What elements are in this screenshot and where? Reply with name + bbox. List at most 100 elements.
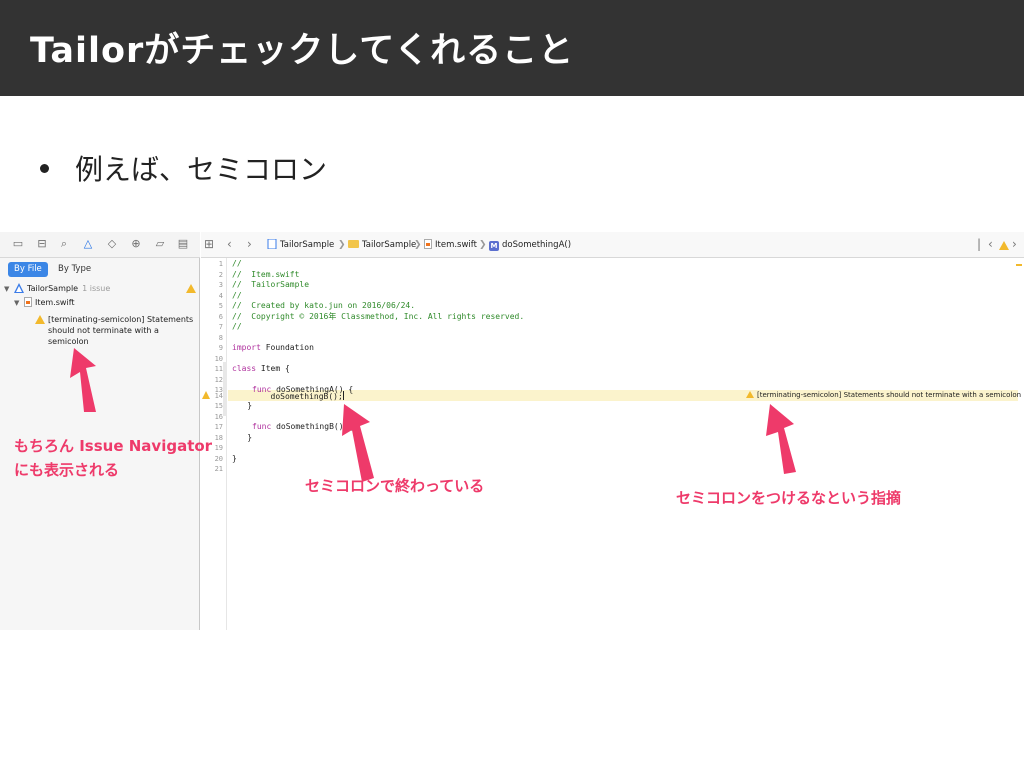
debug-icon[interactable]: ⊕ <box>128 236 144 252</box>
find-icon[interactable]: ⌕ <box>56 236 72 252</box>
line-number: 18 <box>214 433 223 442</box>
line-number: 3 <box>218 281 223 289</box>
line-number: 15 <box>214 402 223 410</box>
disclosure-triangle-icon[interactable]: ▼ <box>14 297 24 309</box>
file-name: Item.swift <box>35 298 75 307</box>
code-line: func doSomethingB() { <box>252 422 353 433</box>
text-cursor <box>342 390 344 400</box>
annotation-warning: セミコロンをつけるなという指摘 <box>676 489 902 507</box>
jumpbar-project[interactable]: TailorSample <box>267 238 334 252</box>
issue-row[interactable]: [terminating-semicolon] Statements shoul… <box>48 314 198 347</box>
chevron-right-icon: ❯ <box>338 240 346 250</box>
code-line: // Created by kato.jun on 2016/06/24. <box>232 301 416 310</box>
method-icon: M <box>489 241 499 251</box>
code-keyword: import <box>232 343 261 352</box>
line-number: 2 <box>218 270 223 279</box>
code-line: // <box>232 259 242 268</box>
xcode-window: ▭ ⊟ ⌕ △ ◇ ⊕ ▱ ▤ By File By Type ▼ TailorS… <box>0 232 1024 630</box>
disclosure-triangle-icon[interactable]: ▼ <box>4 283 14 295</box>
annotation-navigator-line2: にも表示される <box>14 461 120 479</box>
annotation-navigator-line1: もちろん Issue Navigator <box>14 437 213 455</box>
test-icon[interactable]: ◇ <box>104 236 120 252</box>
back-icon[interactable]: ‹ <box>227 237 232 251</box>
source-control-icon[interactable]: ⊟ <box>34 236 50 252</box>
navigator-tabs: By File By Type <box>0 260 200 280</box>
related-items-icon[interactable]: | <box>977 237 981 251</box>
issue-navigator: ▭ ⊟ ⌕ △ ◇ ⊕ ▱ ▤ By File By Type ▼ TailorS… <box>0 232 200 630</box>
report-icon[interactable]: ▤ <box>175 236 191 252</box>
code-line: } <box>228 432 253 442</box>
swift-file-icon <box>24 297 32 307</box>
line-number: 21 <box>214 465 223 473</box>
code-line: } <box>232 453 237 463</box>
file-row[interactable]: ▼ Item.swift <box>14 297 75 309</box>
line-number: 4 <box>218 291 223 300</box>
chevron-right-icon: ❯ <box>414 240 422 250</box>
inline-issue-message[interactable]: [terminating-semicolon] Statements shoul… <box>746 390 1021 401</box>
jumpbar-group[interactable]: TailorSample <box>348 238 416 252</box>
swift-file-icon <box>424 239 432 249</box>
folder-icon <box>348 240 359 248</box>
line-number: 10 <box>214 354 223 363</box>
jumpbar-file[interactable]: Item.swift <box>424 238 477 252</box>
navigator-toolbar: ▭ ⊟ ⌕ △ ◇ ⊕ ▱ ▤ <box>0 232 200 258</box>
code-text: Foundation <box>260 343 314 352</box>
project-name: TailorSample <box>27 284 79 293</box>
jumpbar-method-label: doSomethingA() <box>502 240 572 250</box>
project-row[interactable]: ▼ TailorSample 1 issue <box>4 283 110 295</box>
code-text: Item { <box>256 364 290 373</box>
tab-by-type[interactable]: By Type <box>52 262 97 277</box>
line-number: 7 <box>218 323 223 331</box>
line-number: 19 <box>214 444 223 452</box>
project-warning-icon <box>186 284 196 293</box>
code-line: class Item { <box>232 364 290 375</box>
code-text: doSomethingB(); <box>232 391 343 401</box>
line-number: 8 <box>218 333 223 342</box>
annotation-semicolon: セミコロンで終わっている <box>305 477 485 495</box>
source-editor: ⊞ ‹ › TailorSample ❯ TailorSample ❯ Item… <box>201 232 1024 630</box>
line-number: 20 <box>214 454 223 463</box>
grid-icon[interactable]: ⊞ <box>204 237 214 251</box>
inline-issue-text: [terminating-semicolon] Statements shoul… <box>757 391 1022 399</box>
jumpbar-method[interactable]: MdoSomethingA() <box>489 238 571 252</box>
project-icon <box>267 239 277 249</box>
line-number: 14 <box>214 391 223 400</box>
line-number: 12 <box>214 375 223 384</box>
code-line: // Item.swift <box>232 269 300 279</box>
jumpbar-file-label: Item.swift <box>435 240 477 250</box>
forward-icon[interactable]: › <box>247 237 252 251</box>
breakpoint-icon[interactable]: ▱ <box>152 236 168 252</box>
gutter-warning-icon[interactable] <box>202 391 210 399</box>
code-keyword: func <box>252 422 272 431</box>
code-line: // <box>232 322 242 331</box>
line-number: 17 <box>214 423 223 431</box>
bullet-item: 例えば、セミコロン <box>40 150 327 190</box>
code-line: // Copyright © 2016年 Classmethod, Inc. A… <box>232 311 525 321</box>
code-line: } <box>228 401 253 410</box>
line-number: 5 <box>218 302 223 310</box>
line-number: 16 <box>214 412 223 421</box>
issue-warning-icon[interactable]: △ <box>80 236 96 252</box>
project-issue-count: 1 issue <box>82 284 111 293</box>
jumpbar-project-label: TailorSample <box>280 240 335 250</box>
line-number: 6 <box>218 312 223 321</box>
line-number: 11 <box>214 365 223 373</box>
bullet-dot <box>40 163 49 173</box>
scrollbar-issue-marker[interactable] <box>1016 264 1022 266</box>
code-line: // <box>232 290 242 300</box>
code-keyword: class <box>232 364 257 373</box>
issue-warning-icon[interactable] <box>999 241 1009 250</box>
bullet-text: 例えば、セミコロン <box>75 153 328 186</box>
back-icon[interactable]: ‹ <box>988 237 993 251</box>
line-number: 1 <box>218 260 223 268</box>
code-line: import Foundation <box>232 343 314 354</box>
folder-icon[interactable]: ▭ <box>10 236 26 252</box>
jumpbar-group-label: TailorSample <box>362 240 417 250</box>
code-fold-ribbon[interactable] <box>223 362 227 416</box>
issue-warning-icon <box>35 315 45 324</box>
slide-title: Tailorがチェックしてくれること <box>30 31 575 71</box>
tab-by-file[interactable]: By File <box>8 262 48 277</box>
forward-icon[interactable]: › <box>1012 237 1017 251</box>
code-line: // TailorSample <box>232 280 310 289</box>
line-number: 9 <box>218 344 223 352</box>
